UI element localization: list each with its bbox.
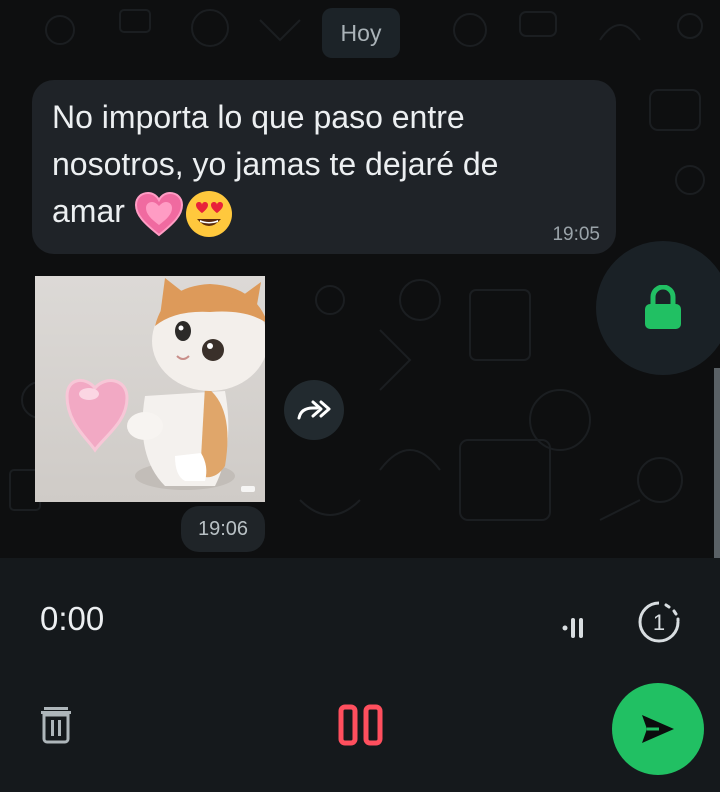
- view-once-label: 1: [653, 610, 665, 635]
- pause-icon[interactable]: [338, 704, 384, 746]
- kitten-heart-image: [65, 278, 265, 492]
- send-icon: [642, 715, 674, 743]
- lock-recording-button[interactable]: [596, 241, 720, 375]
- message-text: No importa lo que paso entre nosotros, y…: [52, 99, 499, 229]
- message-text-block: No importa lo que paso entre nosotros, y…: [52, 94, 592, 239]
- view-once-icon: 1: [638, 601, 680, 643]
- message-time: 19:05: [552, 224, 600, 245]
- lock-icon: [645, 285, 681, 329]
- scrollbar[interactable]: [714, 368, 720, 558]
- waveform-icon[interactable]: [556, 608, 596, 648]
- recording-timer: 0:00: [40, 600, 105, 637]
- date-chip: Hoy: [322, 8, 400, 58]
- voice-recorder-panel: 0:00 1: [0, 558, 720, 792]
- heart-eyes-emoji: [185, 190, 232, 237]
- trash-icon[interactable]: [38, 704, 74, 744]
- message-bubble[interactable]: No importa lo que paso entre nosotros, y…: [32, 80, 616, 254]
- sticker-time-label: 19:06: [197, 517, 249, 540]
- sticker-time: 19:06: [181, 506, 265, 552]
- kitten-sticker[interactable]: [35, 276, 265, 502]
- send-button[interactable]: [612, 683, 704, 775]
- growing-heart-emoji: [134, 191, 183, 236]
- forward-icon: [297, 400, 331, 420]
- chat-area[interactable]: Hoy No importa lo que paso entre nosotro…: [0, 0, 720, 558]
- forward-button[interactable]: [284, 380, 344, 440]
- view-once-button[interactable]: 1: [636, 599, 682, 645]
- date-chip-label: Hoy: [340, 19, 382, 46]
